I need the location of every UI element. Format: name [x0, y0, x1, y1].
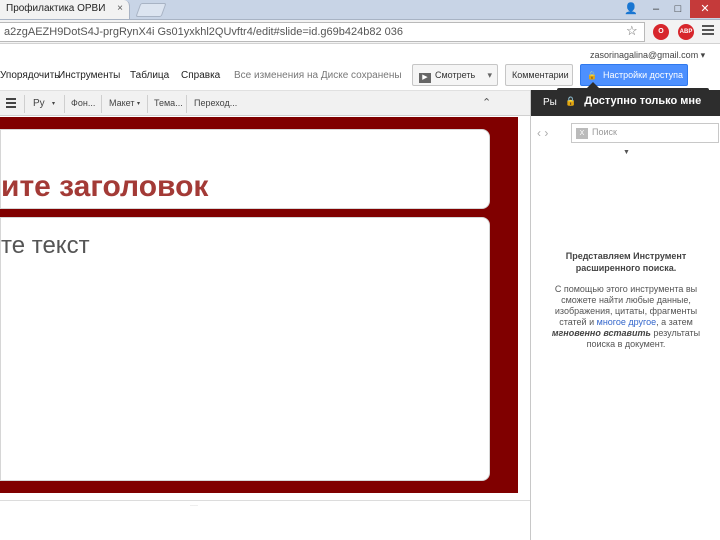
language-select[interactable]: Ру	[33, 98, 45, 109]
intro-emphasis: мгновенно вставить	[551, 328, 651, 338]
panel-nav-arrows[interactable]: ‹ ›	[537, 126, 548, 140]
lock-icon: 🔒	[587, 71, 597, 80]
save-status[interactable]: Все изменения на Диске сохранены	[234, 70, 402, 81]
present-label: Смотреть	[435, 70, 476, 80]
intro-title: Представляем Инструмент расширенного пои…	[565, 251, 687, 273]
chevron-down-icon[interactable]: ▾	[137, 100, 140, 107]
play-icon: ▶	[419, 73, 431, 83]
opera-extension-icon[interactable]: O	[653, 24, 669, 40]
more-link[interactable]: многое другое	[597, 317, 657, 327]
user-icon[interactable]: 👤	[620, 0, 642, 18]
share-label: Настройки доступа	[602, 70, 683, 80]
menu-tools[interactable]: Инструменты	[58, 70, 120, 81]
toolbar-separator	[101, 95, 102, 113]
slides-toolbar: Ру ▾ Фон... Макет ▾ Тема... Переход... ⌃	[0, 90, 530, 116]
close-icon[interactable]: ×	[117, 3, 123, 14]
intro-body: С помощью этого инструмента вы сможете н…	[543, 284, 709, 350]
research-search-input[interactable]: X Поиск	[571, 123, 719, 143]
slide-body: те текст	[1, 232, 90, 259]
layout-button[interactable]: Макет	[109, 98, 134, 108]
account-email[interactable]: zasorinagalina@gmail.com ▾	[590, 50, 705, 61]
collapse-icon[interactable]: ⌃	[482, 96, 491, 109]
browser-tab[interactable]: Профилактика ОРВИ ×	[0, 0, 130, 20]
tooltip-text: Доступно только мне	[584, 95, 702, 107]
browser-menu-icon[interactable]	[702, 25, 714, 37]
access-tooltip: 🔒 Доступно только мне	[557, 82, 709, 116]
window-close-button[interactable]: ✕	[690, 0, 720, 18]
speaker-notes[interactable]: ····	[0, 500, 530, 540]
slide-title: ите заголовок	[1, 170, 209, 203]
maximize-button[interactable]: □	[668, 0, 688, 18]
comments-button[interactable]: Комментарии	[505, 64, 573, 86]
x-icon: X	[576, 128, 588, 139]
chevron-down-icon[interactable]: ▼	[623, 149, 630, 156]
resize-handle[interactable]: ····	[190, 503, 198, 509]
present-button[interactable]: ▶ Смотреть ▾	[412, 64, 498, 86]
adblock-extension-icon[interactable]: ABP	[678, 24, 694, 40]
theme-button[interactable]: Тема...	[154, 98, 183, 108]
body-placeholder[interactable]: те текст	[0, 217, 490, 481]
toolbar-menu-icon[interactable]	[6, 98, 16, 110]
transition-button[interactable]: Переход...	[194, 98, 237, 108]
toolbar-separator	[64, 95, 65, 113]
address-bar-row: a2zgAEZH9DotS4J-prgRynX4i Gs01yxkhl2QUvf…	[0, 20, 720, 44]
chevron-down-icon[interactable]: ▾	[487, 70, 492, 81]
star-icon[interactable]: ☆	[626, 23, 638, 39]
docs-header: zasorinagalina@gmail.com ▾ Упорядочить И…	[0, 45, 720, 90]
menu-arrange[interactable]: Упорядочить	[0, 70, 60, 81]
background-button[interactable]: Фон...	[71, 98, 95, 108]
chevron-down-icon[interactable]: ▾	[52, 100, 55, 107]
menu-table[interactable]: Таблица	[130, 70, 169, 81]
intro-text: , а затем	[656, 317, 693, 327]
url-input[interactable]: a2zgAEZH9DotS4J-prgRynX4i Gs01yxkhl2QUvf…	[0, 22, 645, 42]
new-tab-button[interactable]	[135, 3, 167, 17]
minimize-button[interactable]: –	[646, 0, 666, 18]
title-placeholder[interactable]: ите заголовок	[0, 129, 490, 209]
tab-title: Профилактика ОРВИ	[6, 3, 106, 14]
toolbar-separator	[147, 95, 148, 113]
menu-help[interactable]: Справка	[181, 70, 220, 81]
toolbar-separator	[186, 95, 187, 113]
slide-canvas: ите заголовок те текст	[0, 117, 518, 493]
search-placeholder: Поиск	[592, 127, 617, 137]
browser-tabstrip: Профилактика ОРВИ × 👤 – □ ✕	[0, 0, 720, 20]
lock-icon: 🔒	[565, 96, 577, 106]
toolbar-separator	[24, 95, 25, 113]
research-panel: Ры ‹ › X Поиск ▼ Представляем Инструмент …	[530, 90, 720, 540]
